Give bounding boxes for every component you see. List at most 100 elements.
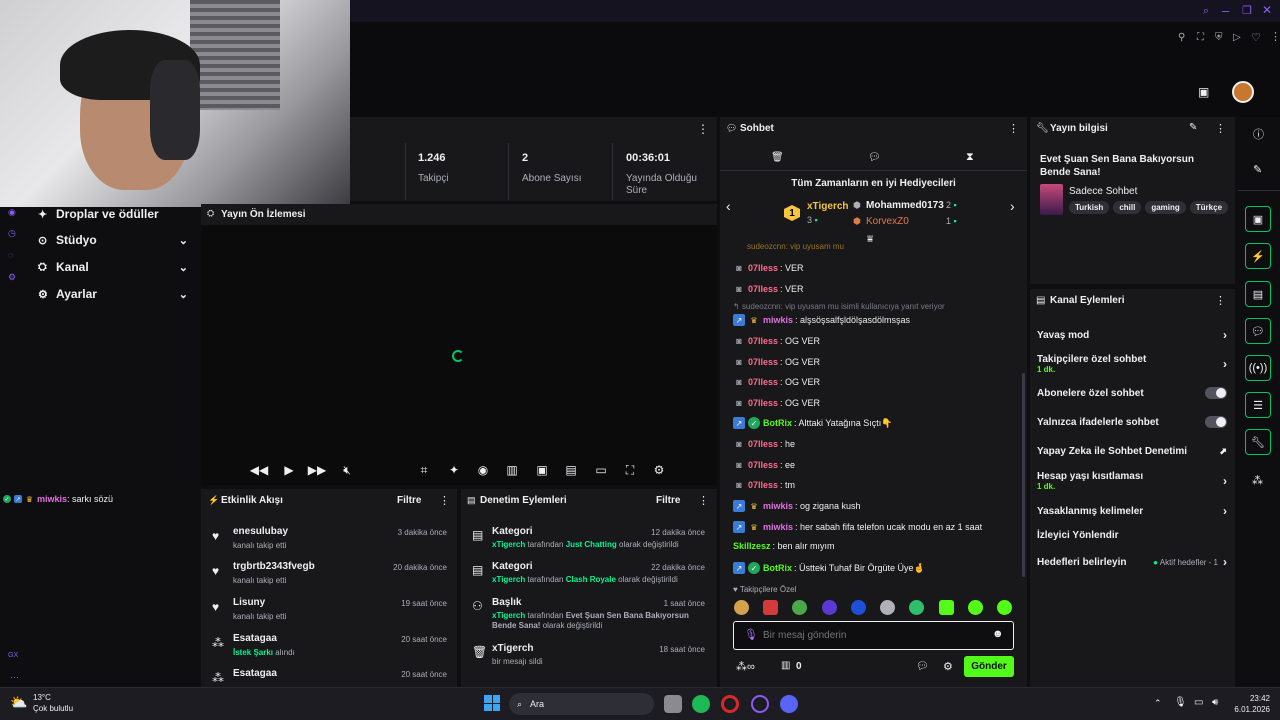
sparkle-icon[interactable]: ✦ [446, 462, 462, 478]
points-icon[interactable]: ⁂∞ [736, 660, 755, 673]
chat-input[interactable] [763, 626, 983, 645]
pinned-icon[interactable]: ⩸ [867, 234, 873, 245]
gear-icon[interactable]: ⚙ [943, 660, 953, 673]
task-view-icon[interactable] [664, 695, 682, 713]
moderation-filter-button[interactable]: Filtre [656, 495, 680, 506]
heart-icon[interactable]: ♡ [1251, 31, 1261, 44]
opera-gx-icon[interactable] [751, 695, 769, 713]
windows-start-icon[interactable] [484, 695, 500, 711]
pencil-icon[interactable]: ✎ [1189, 122, 1197, 133]
emote-icon[interactable] [909, 600, 924, 615]
emote-icon[interactable] [763, 600, 778, 615]
gift-sidebar-icon[interactable]: ◉ [8, 207, 16, 218]
mic-icon[interactable]: 🎙︎ [744, 628, 758, 641]
caption-icon[interactable]: ▭ [593, 462, 609, 478]
broadcast-button[interactable]: ((•)) [1245, 355, 1271, 381]
chat-username[interactable]: miwkis [763, 501, 793, 511]
more-vertical-icon[interactable]: ⋮ [1270, 30, 1280, 43]
followers-only-row[interactable]: Takipçilere özel sohbet 1 dk. › [1037, 353, 1227, 375]
tag[interactable]: Turkish [1069, 201, 1110, 214]
volume-icon[interactable]: 🔊︎ [1212, 697, 1218, 708]
opera-icon[interactable] [721, 695, 739, 713]
gift-icon[interactable]: ▣ [1198, 85, 1209, 99]
chat-bubble-icon[interactable]: 💬︎ [868, 152, 881, 163]
emote-icon[interactable] [822, 600, 837, 615]
rewind-icon[interactable]: ◀◀ [250, 462, 268, 478]
chevron-left-icon[interactable]: ‹ [726, 198, 731, 214]
chat-username[interactable]: 07lless [748, 480, 778, 490]
record-icon[interactable]: ◉ [475, 462, 491, 478]
more-vertical-icon[interactable]: ⋮ [439, 494, 450, 507]
chat-username[interactable]: miwkis [763, 522, 793, 532]
chat-username[interactable]: 07lless [748, 263, 778, 273]
more-vertical-icon[interactable]: ⋮ [697, 122, 709, 136]
banned-words-row[interactable]: Yasaklanmış kelimeler › [1037, 504, 1227, 518]
tag[interactable]: Türkçe [1189, 201, 1229, 214]
mute-icon[interactable]: 🔇︎ [339, 462, 355, 478]
more-vertical-icon[interactable]: ⋮ [1008, 122, 1019, 135]
chat-username[interactable]: 07lless [748, 357, 778, 367]
maximize-icon[interactable]: ❐ [1242, 4, 1252, 17]
slow-mode-row[interactable]: Yavaş mod › [1037, 328, 1227, 342]
stats-icon[interactable]: ▥ [504, 462, 520, 478]
emote-icon[interactable] [968, 600, 983, 615]
document-button[interactable]: ▤ [1245, 281, 1271, 307]
play-icon[interactable]: ▶ [281, 462, 297, 478]
fullscreen-icon[interactable]: ⛶ [622, 462, 638, 478]
emote-icon[interactable] [734, 600, 749, 615]
chat-username[interactable]: 07lless [748, 460, 778, 470]
avatar[interactable] [1232, 81, 1254, 103]
crop-icon[interactable]: ⛶ [1197, 32, 1204, 43]
shield-icon[interactable]: ⛨ [1215, 32, 1223, 43]
network-icon[interactable]: ▭ [1194, 697, 1203, 708]
play-icon[interactable]: ▷ [1233, 32, 1241, 43]
chat-button[interactable]: 💬︎ [1245, 318, 1271, 344]
lightning-button[interactable]: ⚡ [1245, 243, 1271, 269]
emotes-only-toggle[interactable] [1205, 416, 1227, 428]
search-icon[interactable]: ⌕ [1203, 5, 1209, 18]
wrench-button[interactable]: 🔧︎ [1245, 429, 1271, 455]
mic-icon[interactable]: 🎙︎ [1174, 697, 1187, 708]
tag[interactable]: chill [1113, 201, 1142, 214]
settings-sidebar-icon[interactable]: ⚙ [8, 272, 16, 283]
chat-username[interactable]: Skillzesz [733, 541, 771, 551]
chat-username[interactable]: 07lless [748, 377, 778, 387]
gift-panel-button[interactable]: ▣ [1245, 206, 1271, 232]
more-vertical-icon[interactable]: ⋮ [1215, 122, 1226, 135]
sidebar-item-studio[interactable]: ⊙ Stüdyo ⌄ [38, 230, 188, 250]
chevron-right-icon[interactable]: › [1010, 198, 1015, 214]
minimize-icon[interactable]: – [1222, 3, 1229, 18]
chat-username[interactable]: miwkis [763, 315, 793, 325]
crop-icon[interactable]: ⌗ [416, 462, 432, 478]
sidebar-item-channel[interactable]: ⛭ Kanal ⌄ [38, 257, 188, 277]
discord-icon[interactable] [780, 695, 798, 713]
ai-moderation-row[interactable]: Yapay Zeka ile Sohbet Denetimi ⬈ [1037, 446, 1227, 457]
more-horizontal-icon[interactable]: ⋯ [10, 672, 19, 683]
pin-icon[interactable]: ⚲ [1178, 32, 1185, 43]
theater-icon[interactable]: ▤ [563, 462, 579, 478]
emote-icon[interactable] [880, 600, 895, 615]
info-icon[interactable]: ⓘ [1253, 126, 1264, 142]
list-button[interactable]: ☰ [1245, 392, 1271, 418]
emoji-icon[interactable]: ☻ [992, 628, 1004, 640]
spotify-icon[interactable] [692, 695, 710, 713]
history-icon[interactable]: ◷ [8, 228, 16, 239]
hourglass-icon[interactable]: ⧗ [966, 151, 974, 164]
emote-icon[interactable] [997, 600, 1012, 615]
sidebar-item-drops[interactable]: ✦ Droplar ve ödüller [38, 204, 188, 224]
points-icon[interactable]: ⁂ [1252, 474, 1263, 487]
emote-icon[interactable] [851, 600, 866, 615]
chat-scrollbar[interactable] [1022, 373, 1025, 577]
category-name[interactable]: Sadece Sohbet [1069, 186, 1137, 197]
account-age-row[interactable]: Hesap yaşı kısıtlaması 1 dk. › [1037, 470, 1227, 492]
chat-username[interactable]: BotRix [763, 418, 792, 428]
chat-sidebar-icon[interactable]: ◌ [8, 250, 13, 260]
subscribers-only-toggle[interactable] [1205, 387, 1227, 399]
fast-forward-icon[interactable]: ▶▶ [308, 462, 326, 478]
chat-username[interactable]: 07lless [748, 336, 778, 346]
taskbar-search[interactable]: ⌕ Ara [509, 693, 654, 715]
pencil-icon[interactable]: ✎ [1253, 163, 1262, 176]
gear-icon[interactable]: ⚙ [651, 462, 667, 478]
send-button[interactable]: Gönder [964, 656, 1014, 677]
more-vertical-icon[interactable]: ⋮ [698, 494, 709, 507]
